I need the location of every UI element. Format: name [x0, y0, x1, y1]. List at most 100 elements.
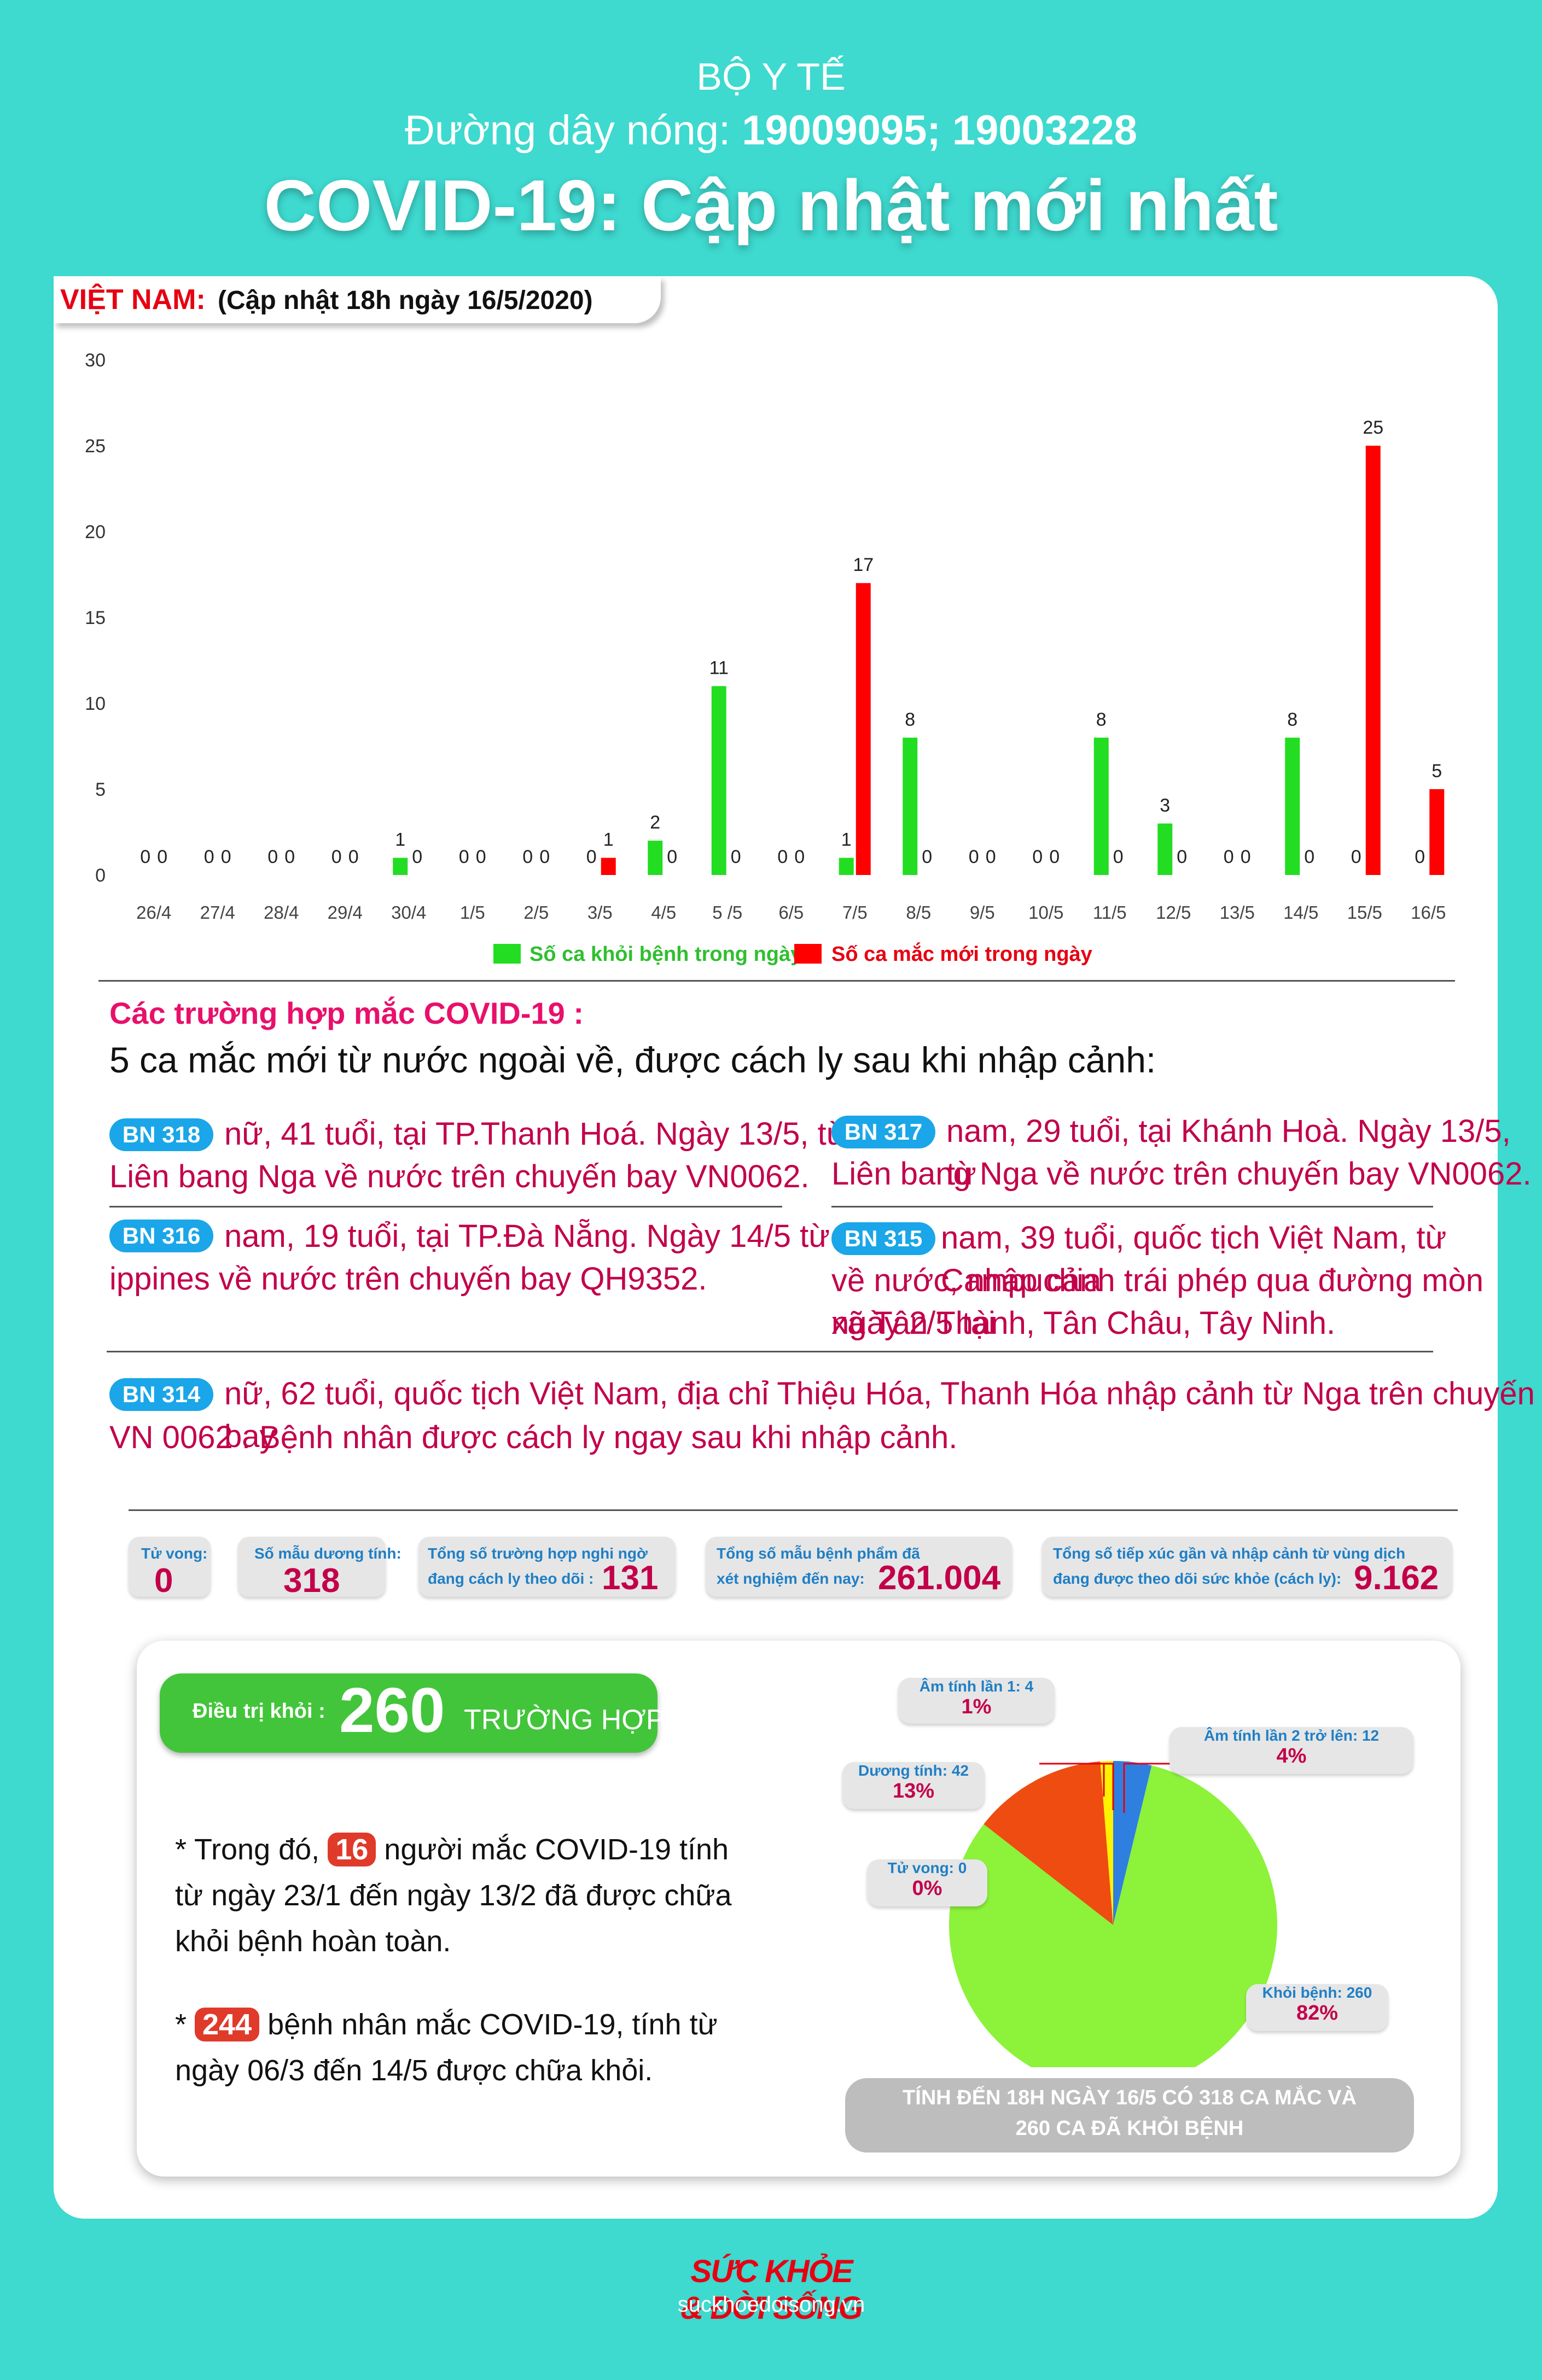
- note2-line2: ngày 06/3 đến 14/5 được chữa khỏi.: [175, 2054, 653, 2087]
- daily-cases-chart: 051015202530 0 0 0 0 0 0 0 010 0 0 0 0 0120110 0 01178…: [85, 350, 1446, 923]
- x-tick-label: 6/5: [778, 902, 804, 923]
- country-label: VIỆT NAM:: [60, 284, 206, 316]
- recovery-label: Điều trị khỏi :: [193, 1700, 325, 1723]
- legend-label-new: Số ca mắc mới trong ngày: [831, 943, 1092, 966]
- recovery-note-1: * Trong đó, 16 người mắc COVID-19 tính t…: [175, 1827, 732, 1964]
- cases-section-subtitle: 5 ca mắc mới từ nước ngoài về, được cách…: [109, 1040, 1156, 1080]
- stat-contacts-label1: Tổng số tiếp xúc gần và nhập cảnh từ vùn…: [1053, 1545, 1406, 1562]
- value-label-recovered: 0: [586, 847, 597, 867]
- divider: [129, 1509, 1458, 1511]
- value-label-recovered: 3: [1160, 795, 1170, 816]
- note2-badge: 244: [195, 2008, 260, 2041]
- value-label-recovered: 1: [841, 830, 852, 850]
- x-tick-label: 16/5: [1411, 902, 1446, 923]
- pie-label-text: Dương tính: 42: [858, 1762, 969, 1779]
- case-badge-bn316: BN 316: [109, 1220, 213, 1252]
- value-label-recovered: 0: [1224, 847, 1234, 867]
- value-label-new-cases: 0: [412, 847, 422, 867]
- x-tick-label: 28/4: [264, 902, 299, 923]
- brand-url[interactable]: suckhoedoisong.vn: [651, 2292, 892, 2317]
- y-tick-label: 15: [85, 608, 106, 628]
- value-label-new-cases: 0: [1304, 847, 1314, 867]
- pie-label-positive: Dương tính: 42 13%: [842, 1762, 985, 1809]
- x-tick-label: 1/5: [460, 902, 485, 923]
- page-title: COVID-19: Cập nhật mới nhất: [264, 165, 1278, 246]
- y-axis-ticks: 0 5 10 15 20 25 30: [85, 350, 106, 886]
- x-tick-label: 26/4: [136, 902, 171, 923]
- value-label-new-cases: 0: [539, 847, 550, 867]
- value-label-recovered: 0: [1415, 847, 1425, 867]
- x-tick-label: 29/4: [328, 902, 363, 923]
- pie-label-percent: 13%: [892, 1780, 935, 1802]
- bar-recovered: [393, 858, 408, 875]
- x-tick-label: 4/5: [651, 902, 676, 923]
- pie-label-text: Âm tính lần 2 trở lên: 12: [1203, 1727, 1380, 1744]
- legend-swatch-recovered: [493, 944, 521, 964]
- value-label-recovered: 2: [650, 812, 660, 833]
- x-tick-label: 12/5: [1156, 902, 1191, 923]
- x-tick-label: 14/5: [1283, 902, 1318, 923]
- case-bn318-line1: nữ, 41 tuổi, tại TP.Thanh Hoá. Ngày 13/5…: [224, 1116, 848, 1152]
- value-label-new-cases: 5: [1432, 761, 1442, 781]
- case-badge-bn315: BN 315: [831, 1222, 935, 1255]
- value-label-new-cases: 0: [667, 847, 677, 867]
- note1-prefix: * Trong đó,: [175, 1833, 320, 1866]
- pie-label-percent: 1%: [961, 1695, 992, 1718]
- pie-label-negative-2: Âm tính lần 2 trở lên: 12 4%: [1169, 1727, 1413, 1774]
- stat-positive-value: 318: [283, 1562, 340, 1600]
- x-tick-label: 3/5: [587, 902, 613, 923]
- divider: [98, 980, 1455, 982]
- value-label-new-cases: 17: [853, 555, 874, 575]
- divider: [831, 1206, 1433, 1208]
- stat-suspected-label2: đang cách ly theo dõi :: [428, 1570, 594, 1587]
- y-tick-label: 20: [85, 522, 106, 542]
- stat-tested-label2: xét nghiệm đến nay:: [717, 1570, 865, 1587]
- bar-recovered: [1285, 737, 1300, 875]
- x-tick-label: 13/5: [1220, 902, 1255, 923]
- value-label-recovered: 8: [1096, 709, 1107, 730]
- value-label-new-cases: 0: [1113, 847, 1124, 867]
- value-label-recovered: 0: [459, 847, 469, 867]
- hotline-label: Đường dây nóng:: [405, 107, 731, 154]
- value-labels: 0 0 0 0 0 0 0 010 0 0 0 0 0120110 0 011780 0 0 0 08030 0 080…: [140, 417, 1442, 867]
- pie-label-percent: 4%: [1276, 1745, 1307, 1768]
- case-badge-bn314: BN 314: [109, 1378, 213, 1411]
- stat-deaths-value: 0: [154, 1562, 173, 1600]
- value-label-new-cases: 0: [157, 847, 167, 867]
- value-label-new-cases: 0: [794, 847, 805, 867]
- x-tick-label: 30/4: [391, 902, 426, 923]
- value-label-new-cases: 0: [348, 847, 359, 867]
- value-label-new-cases: 25: [1363, 417, 1383, 438]
- case-badge-bn318: BN 318: [109, 1118, 213, 1151]
- stat-contacts-label2: đang được theo dõi sức khỏe (cách ly):: [1053, 1570, 1342, 1587]
- pie-label-text: Khỏi bệnh: 260: [1262, 1984, 1372, 2001]
- value-label-recovered: 8: [905, 709, 915, 730]
- divider: [109, 1206, 782, 1208]
- value-label-new-cases: 1: [603, 830, 614, 850]
- stat-tested-value: 261.004: [878, 1559, 1001, 1597]
- chart-bars: [393, 446, 1445, 875]
- value-label-new-cases: 0: [1177, 847, 1187, 867]
- note1-line3: khỏi bệnh hoàn toàn.: [175, 1925, 451, 1958]
- update-time: (Cập nhật 18h ngày 16/5/2020): [218, 286, 593, 315]
- x-axis-ticks: 26/4 27/4 28/4 29/4 30/4 1/5 2/5 3/5 4/5 5 /5 6/5 7…: [136, 902, 1446, 923]
- case-badge-bn317: BN 317: [831, 1116, 935, 1148]
- bar-recovered: [839, 858, 854, 875]
- x-tick-label: 7/5: [842, 902, 868, 923]
- recovery-unit: TRƯỜNG HỢP: [464, 1704, 665, 1736]
- value-label-new-cases: 0: [922, 847, 932, 867]
- note1-suffix: người mắc COVID-19 tính: [384, 1833, 729, 1866]
- bar-recovered: [648, 841, 663, 875]
- x-tick-label: 15/5: [1347, 902, 1382, 923]
- stat-contacts-value: 9.162: [1354, 1559, 1439, 1597]
- note2-suffix: bệnh nhân mắc COVID-19, tính từ: [267, 2008, 718, 2041]
- value-label-new-cases: 0: [221, 847, 231, 867]
- value-label-recovered: 0: [204, 847, 214, 867]
- value-label-recovered: 0: [969, 847, 979, 867]
- x-tick-label: 8/5: [906, 902, 931, 923]
- value-label-recovered: 8: [1287, 709, 1297, 730]
- cases-section-title: Các trường hợp mắc COVID-19 :: [109, 996, 584, 1030]
- hotline: Đường dây nóng: 19009095; 19003228: [0, 107, 1542, 154]
- value-label-new-cases: 0: [731, 847, 741, 867]
- value-label-recovered: 0: [1351, 847, 1361, 867]
